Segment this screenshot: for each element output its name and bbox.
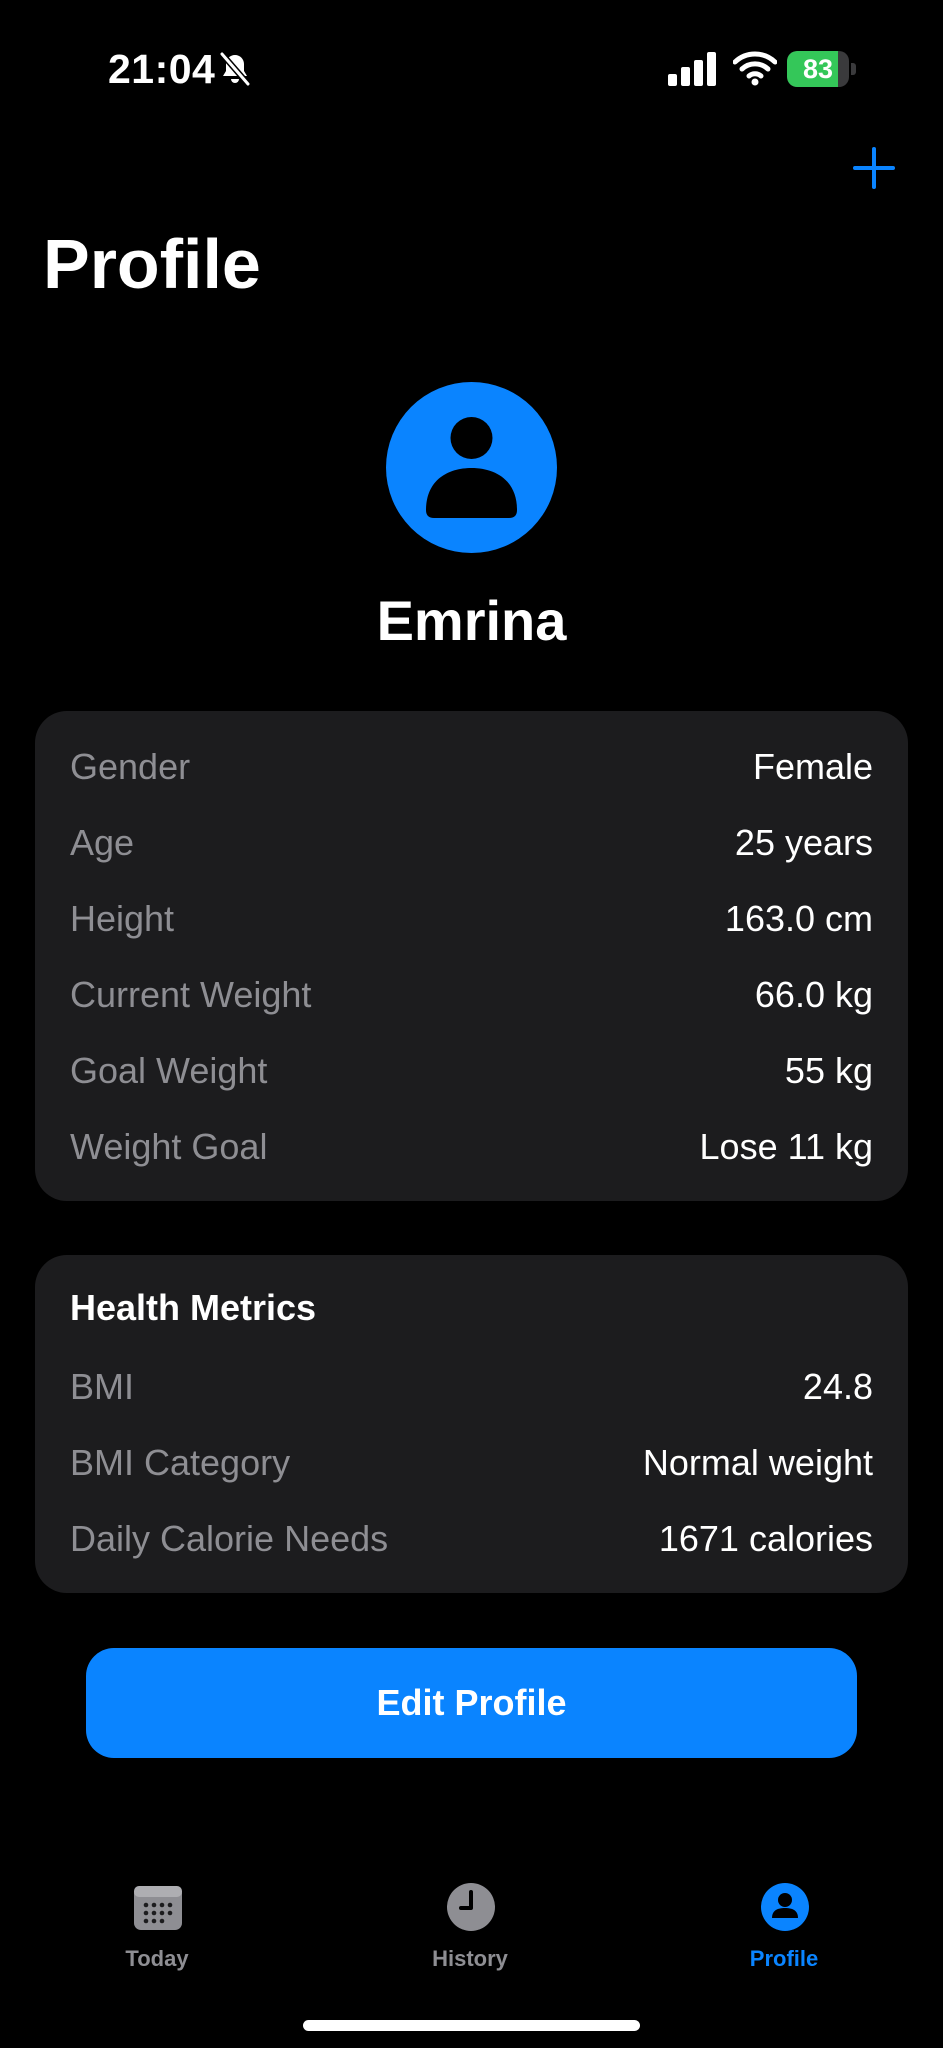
section-title: Health Metrics <box>70 1287 317 1328</box>
row-value: Female <box>752 746 873 787</box>
row-label: Current Weight <box>70 974 312 1015</box>
health-row-calories: Daily Calorie Needs 1671 calories <box>70 1513 873 1565</box>
tab-label: Profile <box>749 1946 819 1971</box>
tab-history[interactable]: History <box>370 1880 570 1980</box>
row-label: Age <box>70 822 135 863</box>
info-row-age: Age 25 years <box>70 817 873 869</box>
home-indicator <box>303 2020 640 2031</box>
profile-screen: 21:04 83 Profile Emrina Gender Female Ag… <box>0 0 943 2048</box>
health-row-bmi-category: BMI Category Normal weight <box>70 1437 873 1489</box>
row-label: Daily Calorie Needs <box>70 1518 389 1559</box>
row-label: Gender <box>70 746 191 787</box>
bell-slash-icon <box>219 52 251 86</box>
page-title: Profile <box>43 225 261 303</box>
health-row-bmi: BMI 24.8 <box>70 1361 873 1413</box>
row-value: 1671 calories <box>658 1518 873 1559</box>
row-value: Lose 11 kg <box>699 1126 873 1167</box>
clock-icon <box>447 1883 495 1931</box>
user-name: Emrina <box>376 589 567 652</box>
info-row-gender: Gender Female <box>70 741 873 793</box>
info-row-current-weight: Current Weight 66.0 kg <box>70 969 873 1021</box>
battery-level-text: 83 <box>802 53 834 84</box>
person-icon <box>426 417 517 518</box>
row-value: Normal weight <box>642 1442 873 1483</box>
row-value: 163.0 cm <box>724 898 873 939</box>
person-circle-icon <box>761 1883 809 1931</box>
tab-label: Today <box>125 1946 189 1971</box>
tab-label: History <box>432 1946 508 1971</box>
row-value: 25 years <box>734 822 873 863</box>
battery-charging-icon: 83 <box>787 51 857 87</box>
profile-info-card: Gender Female Age 25 years Height 163.0 … <box>35 711 908 1201</box>
info-row-weight-goal: Weight Goal Lose 11 kg <box>70 1121 873 1173</box>
cellular-signal-icon <box>668 52 716 86</box>
info-row-height: Height 163.0 cm <box>70 893 873 945</box>
health-metrics-card: Health Metrics BMI 24.8 BMI Category Nor… <box>35 1255 908 1593</box>
status-bar: 21:04 83 <box>0 0 943 130</box>
wifi-icon <box>733 51 777 86</box>
row-label: Goal Weight <box>70 1050 268 1091</box>
tab-today[interactable]: Today <box>57 1880 257 1980</box>
plus-icon[interactable] <box>852 146 896 190</box>
tab-profile[interactable]: Profile <box>684 1880 884 1980</box>
row-label: BMI Category <box>70 1442 291 1483</box>
row-value: 66.0 kg <box>754 974 873 1015</box>
calendar-icon <box>134 1886 182 1930</box>
info-row-goal-weight: Goal Weight 55 kg <box>70 1045 873 1097</box>
edit-profile-button[interactable]: Edit Profile <box>86 1648 857 1758</box>
row-value: 55 kg <box>784 1050 873 1091</box>
avatar <box>386 382 557 553</box>
row-label: Weight Goal <box>70 1126 268 1167</box>
status-time: 21:04 <box>108 46 216 92</box>
row-label: Height <box>70 898 175 939</box>
row-value: 24.8 <box>802 1366 873 1407</box>
row-label: BMI <box>70 1366 135 1407</box>
